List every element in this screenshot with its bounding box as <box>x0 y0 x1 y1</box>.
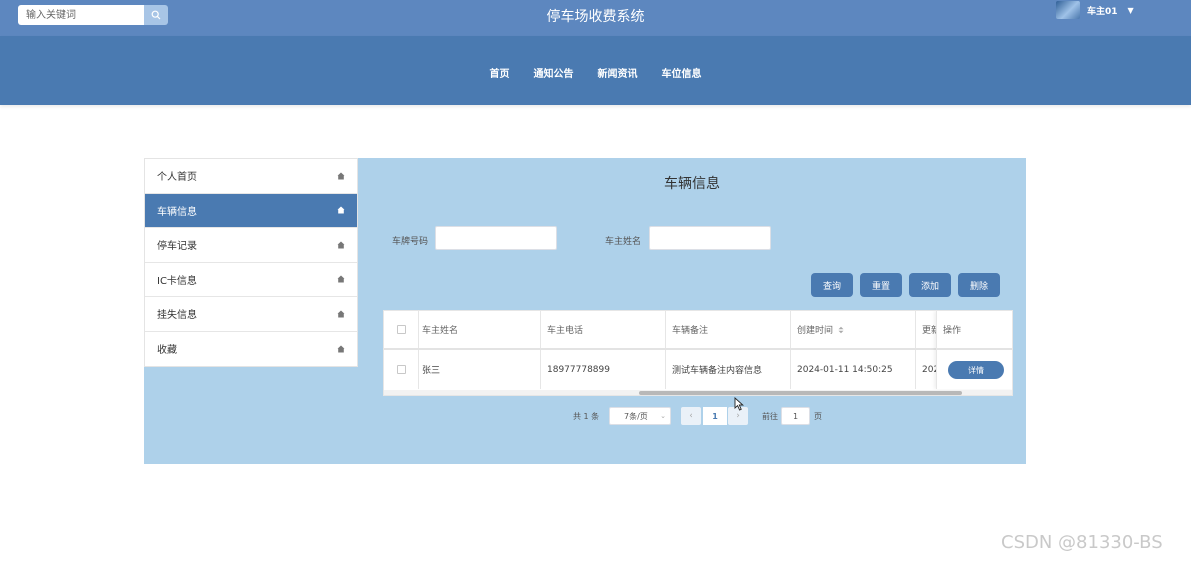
sidebar-item-parking-records[interactable]: 停车记录 <box>145 228 357 263</box>
cell-owner-name: 张三 <box>422 366 441 376</box>
cell-owner-phone: 18977778899 <box>547 364 610 375</box>
delete-button[interactable]: 删除 <box>958 273 1000 297</box>
mouse-cursor-icon <box>734 397 744 411</box>
nav-bar: 首页 通知公告 新闻资讯 车位信息 <box>0 36 1191 105</box>
chevron-down-icon: ⌄ <box>660 412 666 420</box>
column-divider <box>540 311 541 389</box>
select-all-checkbox[interactable] <box>396 325 406 334</box>
sidebar: 个人首页 车辆信息 停车记录 IC卡信息 挂失信息 收藏 <box>144 158 358 367</box>
sidebar-item-ic-card[interactable]: IC卡信息 <box>145 263 357 297</box>
home-icon <box>337 310 345 318</box>
top-bar: 停车场收费系统 车主01 ▼ <box>0 0 1191 36</box>
page: 停车场收费系统 车主01 ▼ 首页 通知公告 新闻资讯 车位信息 个人首页 车辆… <box>0 0 1191 563</box>
sidebar-item-label: 停车记录 <box>157 241 197 253</box>
select-all-cell <box>384 311 418 348</box>
sort-icon[interactable] <box>837 326 845 334</box>
user-menu[interactable]: 车主01 ▼ <box>1056 0 1134 20</box>
current-page[interactable]: 1 <box>703 407 727 425</box>
watermark: CSDN @81330-BS <box>1001 532 1163 553</box>
cell-created: 2024-01-11 14:50:25 <box>797 364 893 375</box>
plate-number-input[interactable] <box>435 226 557 250</box>
owner-name-input[interactable] <box>649 226 771 250</box>
nav-item-parking-spaces[interactable]: 车位信息 <box>662 65 702 80</box>
home-icon <box>337 275 345 283</box>
sidebar-item-favorites[interactable]: 收藏 <box>145 332 357 367</box>
column-divider <box>665 311 666 389</box>
home-icon <box>337 172 345 180</box>
query-button[interactable]: 查询 <box>811 273 853 297</box>
avatar <box>1056 1 1080 19</box>
nav-item-notices[interactable]: 通知公告 <box>534 65 574 80</box>
column-header-action: 操作 <box>943 326 962 336</box>
sidebar-item-vehicle-info[interactable]: 车辆信息 <box>145 193 357 228</box>
page-size-select[interactable]: 7条/页 ⌄ <box>609 407 671 425</box>
chevron-down-icon: ▼ <box>1127 5 1134 15</box>
row-select-cell <box>384 350 418 389</box>
home-icon <box>337 241 345 249</box>
prev-page-button[interactable]: ‹ <box>681 407 701 425</box>
home-icon <box>337 345 345 353</box>
column-divider <box>790 311 791 389</box>
page-size-value: 7条/页 <box>624 411 648 421</box>
sidebar-item-label: 挂失信息 <box>157 310 197 322</box>
chevron-right-icon: › <box>736 411 740 421</box>
header-divider <box>937 348 1012 350</box>
goto-page-input[interactable]: 1 <box>781 407 810 425</box>
plate-number-label: 车牌号码 <box>392 237 429 247</box>
pagination-total: 共 1 条 <box>573 412 600 421</box>
home-icon <box>337 206 345 214</box>
column-header-remark: 车辆备注 <box>672 326 709 336</box>
sidebar-item-loss-report[interactable]: 挂失信息 <box>145 297 357 332</box>
sidebar-item-label: 车辆信息 <box>157 206 197 218</box>
nav-items: 首页 通知公告 新闻资讯 车位信息 <box>0 65 1191 80</box>
sidebar-item-label: 个人首页 <box>157 172 197 184</box>
horizontal-scrollbar[interactable] <box>384 390 1012 395</box>
username: 车主01 <box>1087 6 1118 17</box>
nav-item-news[interactable]: 新闻资讯 <box>598 65 638 80</box>
page-suffix: 页 <box>814 412 822 421</box>
add-button[interactable]: 添加 <box>909 273 951 297</box>
detail-button[interactable]: 详情 <box>948 361 1004 379</box>
page-title: 车辆信息 <box>664 176 720 192</box>
scrollbar-thumb[interactable] <box>639 391 962 395</box>
sidebar-item-label: IC卡信息 <box>157 275 197 287</box>
column-header-created-label: 创建时间 <box>797 326 834 336</box>
reset-button[interactable]: 重置 <box>860 273 902 297</box>
cell-remark: 测试车辆备注内容信息 <box>672 366 763 376</box>
chevron-left-icon: ‹ <box>689 411 693 421</box>
site-title: 停车场收费系统 <box>546 9 645 25</box>
owner-name-label: 车主姓名 <box>605 237 642 247</box>
vehicle-table: 车主姓名 车主电话 车辆备注 创建时间 更新 张三 18977778899 测试… <box>383 310 1013 396</box>
column-divider <box>915 311 916 389</box>
column-divider <box>418 311 419 389</box>
sidebar-item-profile[interactable]: 个人首页 <box>145 159 357 194</box>
column-header-created[interactable]: 创建时间 <box>797 311 877 348</box>
sidebar-item-label: 收藏 <box>157 345 177 357</box>
row-checkbox[interactable] <box>396 365 406 374</box>
nav-item-home[interactable]: 首页 <box>490 65 510 80</box>
column-header-owner-phone: 车主电话 <box>547 326 584 336</box>
goto-label: 前往 <box>762 412 778 421</box>
column-header-owner-name: 车主姓名 <box>422 326 459 336</box>
